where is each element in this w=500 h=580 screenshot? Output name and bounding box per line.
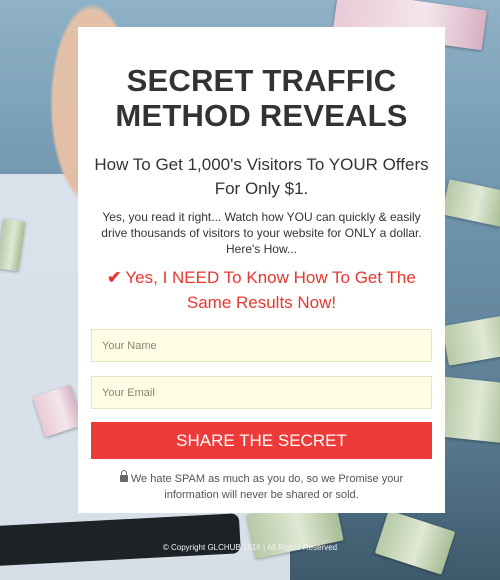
- name-field[interactable]: [91, 329, 432, 362]
- cta-text: ✔ Yes, I NEED To Know How To Get The Same…: [91, 265, 432, 315]
- cta-label: Yes, I NEED To Know How To Get The Same …: [125, 268, 416, 312]
- dollar-banknote: [437, 376, 500, 444]
- dollar-banknote: [442, 314, 500, 366]
- lock-icon: [119, 470, 128, 482]
- optin-card: SECRET TRAFFIC METHOD REVEALS How To Get…: [78, 27, 445, 513]
- optin-form: SHARE THE SECRET: [91, 329, 432, 459]
- title-line-2: METHOD REVEALS: [115, 98, 408, 133]
- description: Yes, you read it right... Watch how YOU …: [101, 210, 422, 256]
- subtitle: How To Get 1,000's Visitors To YOUR Offe…: [94, 155, 429, 198]
- copyright-footer: © Copyright GLCHUB 2016 | All Rights Res…: [162, 543, 338, 552]
- dollar-banknote: [441, 179, 500, 227]
- share-the-secret-button[interactable]: SHARE THE SECRET: [91, 422, 432, 459]
- email-field[interactable]: [91, 376, 432, 409]
- spam-notice: We hate SPAM as much as you do, so we Pr…: [97, 470, 427, 503]
- spam-notice-text: We hate SPAM as much as you do, so we Pr…: [130, 473, 404, 501]
- checkmark-icon: ✔: [107, 268, 122, 287]
- page-title: SECRET TRAFFIC METHOD REVEALS: [91, 63, 432, 133]
- title-line-1: SECRET TRAFFIC: [126, 63, 397, 98]
